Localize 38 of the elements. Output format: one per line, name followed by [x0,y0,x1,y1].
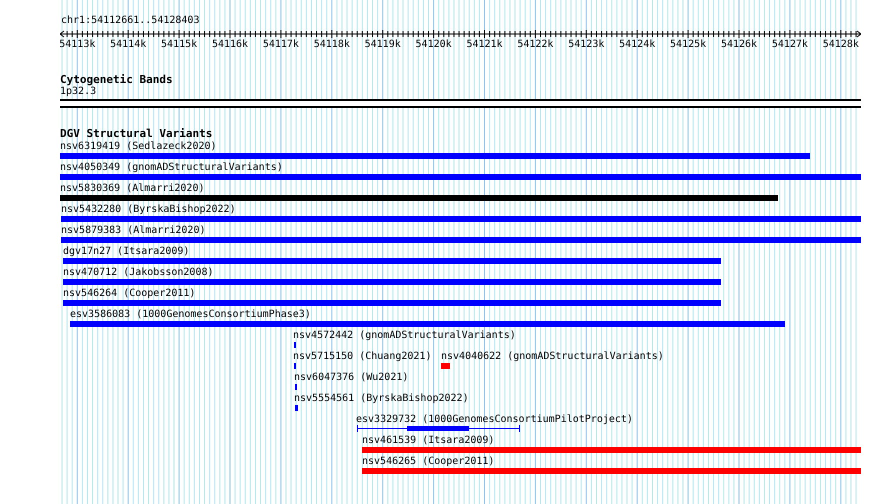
variant-label: nsv5554561 (ByrskaBishop2022) [294,393,469,405]
tick-label: 54125k [670,39,706,50]
variant-label: nsv4040622 (gnomADStructuralVariants) [441,351,664,363]
variant-label: esv3329732 (1000GenomesConsortiumPilotProject) [356,414,633,426]
variant-label: nsv6319419 (Sedlazeck2020) [60,141,217,153]
genomic-range: chr1:54112661..54128403 [61,15,200,27]
variant-label: nsv5715150 (Chuang2021) [293,351,432,363]
tick-label: 54120k [416,39,452,50]
variant-label: nsv546265 (Cooper2011) [362,456,494,468]
variant-label: nsv461539 (Itsara2009) [362,435,494,447]
tick-label: 54113k [60,39,96,50]
variant-label: dgv17n27 (Itsara2009) [63,246,190,258]
tick-label: 54128k [822,39,859,50]
track-title: Cytogenetic Bands [60,74,173,86]
tick-label: 54115k [161,39,198,50]
variant-label: nsv546264 (Cooper2011) [63,288,196,300]
variant-label: nsv4050349 (gnomADStructuralVariants) [60,162,283,174]
tick-label: 54124k [619,39,656,50]
tick-label: 54127k [772,39,808,50]
tick-label: 54122k [517,39,554,50]
variant-label: nsv4572442 (gnomADStructuralVariants) [293,330,516,342]
variant-label: nsv5830369 (Almarri2020) [60,183,204,195]
tick-label: 54118k [314,39,350,50]
tick-label: 54119k [364,39,401,50]
variant-label: nsv470712 (Jakobsson2008) [63,267,214,279]
tick-label: 54123k [568,39,604,50]
track-title: DGV Structural Variants [60,128,212,140]
tick-label: 54117k [262,39,299,50]
variant-label: nsv5879383 (Almarri2020) [61,225,206,237]
band-label: 1p32.3 [60,86,96,98]
tick-label: 54116k [212,39,248,50]
tick-label: 54126k [720,39,758,50]
tick-label: 54114k [110,39,146,50]
variant-bar[interactable] [357,425,520,432]
variant-label: nsv6047376 (Wu2021) [294,372,408,384]
variant-label: nsv5432280 (ByrskaBishop2022) [61,204,236,216]
variant-label: esv3586083 (1000GenomesConsortiumPhase3) [70,309,311,321]
tick-label: 54121k [466,39,503,50]
